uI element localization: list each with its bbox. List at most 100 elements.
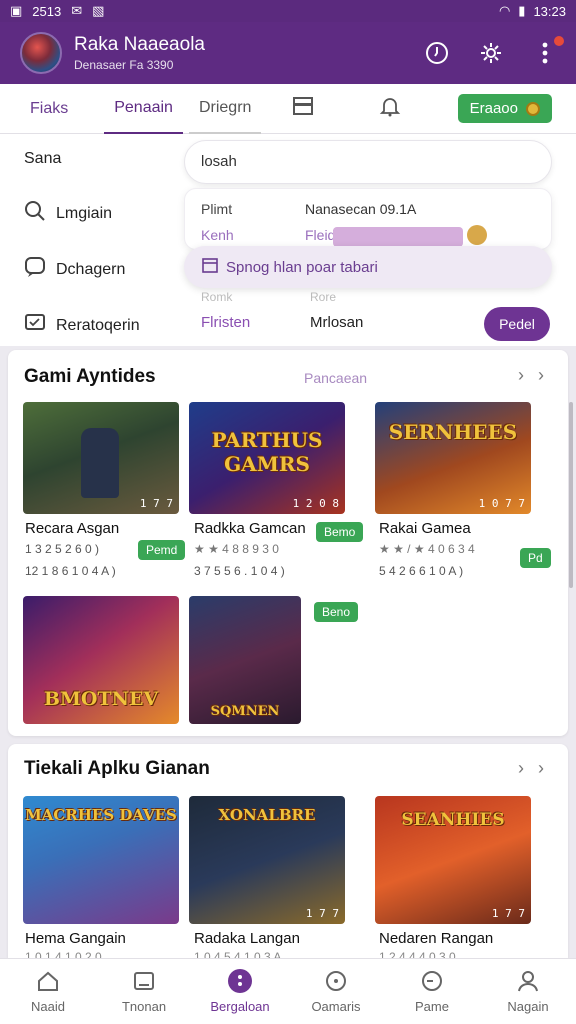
menu-item-label: Reratoqerin bbox=[56, 316, 140, 334]
chevron-right-icon[interactable]: › bbox=[538, 365, 544, 386]
menu-item-reratoqerin[interactable]: Reratoqerin bbox=[24, 312, 140, 339]
suggestion-key: Plimt bbox=[201, 201, 233, 217]
app-subtitle: Denasaer Fa 3390 bbox=[74, 58, 174, 72]
suggestion-list: Plimt Nanasecan 09.1A Kenh Fleid bbox=[184, 188, 552, 250]
suggestion-value[interactable]: Fleid bbox=[305, 227, 335, 243]
window-icon[interactable] bbox=[293, 97, 314, 120]
game-art-title: XONALBRE bbox=[218, 806, 316, 824]
status-time: 13:23 bbox=[533, 3, 566, 19]
person-icon bbox=[515, 969, 541, 993]
notification-icon: ▣ bbox=[10, 3, 23, 18]
nav-label: Pame bbox=[415, 999, 449, 1014]
nav-item-profile[interactable]: Nagain bbox=[480, 959, 576, 1024]
game-thumbnail[interactable]: XONALBRE 1 7 7 bbox=[189, 796, 345, 924]
earn-button-label: Eraaoo bbox=[469, 100, 518, 117]
redacted-bar bbox=[333, 227, 463, 247]
menu-item-dchagern[interactable]: Dchagern bbox=[24, 256, 125, 283]
bottom-nav: Naaid Tnonan Bergaloan Oamaris Pame Naga… bbox=[0, 958, 576, 1024]
game-badge[interactable]: Pd bbox=[520, 548, 551, 568]
clock-icon bbox=[419, 969, 445, 993]
game-thumbnail[interactable]: SEANHIES 1 7 7 bbox=[375, 796, 531, 924]
chat-icon bbox=[24, 256, 46, 283]
game-badge[interactable]: Bemo bbox=[316, 522, 364, 542]
game-art-title: SQMNEN bbox=[210, 704, 280, 719]
game-title: Hema Gangain bbox=[25, 930, 126, 947]
scrollbar[interactable] bbox=[569, 402, 573, 588]
thumbnail-tag: 1 0 7 7 bbox=[478, 497, 525, 510]
game-title: Recara Asgan bbox=[25, 520, 120, 537]
status-bar: ▣ 2513 ✉ ▧ ◠ ▮ 13:23 bbox=[0, 0, 576, 22]
chevron-right-icon[interactable]: › bbox=[538, 758, 544, 779]
tab-driegrn[interactable]: Driegrn bbox=[188, 84, 262, 134]
game-thumbnail[interactable]: 1 7 7 bbox=[23, 402, 179, 514]
game-art-title: SEANHIES bbox=[401, 810, 505, 830]
app-title: Raka Naaeaola bbox=[74, 34, 205, 55]
signal-icon: ▮ bbox=[518, 3, 526, 18]
game-badge[interactable]: Beno bbox=[314, 602, 359, 622]
tab-penaain[interactable]: Penaain bbox=[104, 84, 183, 134]
game-art-title: SERNHEES bbox=[388, 420, 518, 444]
filter-value[interactable]: Mrlosan bbox=[310, 314, 363, 331]
faint-label: Romk bbox=[201, 290, 233, 304]
earn-button[interactable]: Eraaoo bbox=[457, 94, 552, 123]
message-icon bbox=[24, 312, 46, 339]
section-title: Gami Ayntides bbox=[24, 366, 156, 387]
section-apps-card: Tiekali Aplku Gianan › › MACRHES DAVES H… bbox=[8, 744, 568, 964]
tab-fiaks[interactable]: Fiaks bbox=[20, 84, 78, 134]
nav-label: Bergaloan bbox=[210, 999, 270, 1014]
apply-button[interactable]: Pedel bbox=[484, 307, 550, 341]
more-menu-icon[interactable] bbox=[532, 36, 564, 66]
wifi-icon: ◠ bbox=[498, 3, 511, 18]
menu-item-lmgiain[interactable]: Lmgiain bbox=[24, 200, 112, 227]
bell-icon[interactable] bbox=[379, 95, 401, 122]
character-figure bbox=[81, 428, 119, 498]
game-badge[interactable]: Pemd bbox=[138, 540, 186, 560]
suggestion-pill-label: Spnog hlan poar tabari bbox=[226, 258, 378, 276]
game-meta: ★ ★ 4 8 8 9 3 0 bbox=[194, 542, 279, 556]
games-icon bbox=[227, 969, 253, 993]
game-thumbnail[interactable]: BMOTNEV bbox=[23, 596, 179, 724]
nav-item-apps[interactable]: Tnonan bbox=[96, 959, 192, 1024]
game-meta: ★ ★ / ★ 4 0 6 3 4 bbox=[379, 542, 475, 556]
coin-icon bbox=[467, 225, 487, 245]
drawer-heading: Sana bbox=[24, 150, 62, 167]
search-input[interactable]: losah bbox=[184, 140, 552, 184]
thumbnail-tag: 1 7 7 bbox=[305, 907, 339, 920]
avatar[interactable] bbox=[20, 32, 62, 74]
chevron-left-icon[interactable]: › bbox=[518, 365, 524, 386]
menu-item-label: Dchagern bbox=[56, 260, 126, 278]
game-meta: 1 3 2 5 2 6 0 ) bbox=[25, 542, 100, 556]
game-title: Rakai Gamea bbox=[379, 520, 471, 537]
game-art-title: BMOTNEV bbox=[43, 688, 159, 710]
suggestion-pill[interactable]: Spnog hlan poar tabari bbox=[184, 246, 552, 288]
game-title: Nedaren Rangan bbox=[379, 930, 494, 947]
section-link[interactable]: Pancaean bbox=[304, 370, 367, 386]
game-thumbnail[interactable]: PARTHUS GAMRS 1 2 0 8 bbox=[189, 402, 345, 514]
suggestion-key: Kenh bbox=[201, 227, 234, 243]
nav-item-games[interactable]: Bergaloan bbox=[192, 959, 288, 1024]
game-thumbnail[interactable]: SQMNEN bbox=[189, 596, 301, 724]
nav-label: Oamaris bbox=[311, 999, 361, 1014]
compass-icon bbox=[323, 969, 349, 993]
game-art-title: MACRHES DAVES bbox=[25, 806, 177, 824]
game-meta: 5 4 2 6 6 1 0 A ) bbox=[379, 564, 464, 578]
notification-dot bbox=[554, 36, 564, 46]
nav-item-home[interactable]: Naaid bbox=[0, 959, 96, 1024]
gear-icon[interactable] bbox=[478, 40, 504, 66]
game-title: Radaka Langan bbox=[194, 930, 300, 947]
status-left-text: 2513 bbox=[32, 3, 62, 19]
game-thumbnail[interactable]: MACRHES DAVES bbox=[23, 796, 179, 924]
nav-item-oamaris[interactable]: Oamaris bbox=[288, 959, 384, 1024]
game-thumbnail[interactable]: SERNHEES 1 0 7 7 bbox=[375, 402, 531, 514]
thumbnail-tag: 1 7 7 bbox=[139, 497, 173, 510]
game-art-title: PARTHUS GAMRS bbox=[211, 428, 323, 476]
clock-icon[interactable] bbox=[424, 40, 450, 66]
image-icon: ▧ bbox=[92, 3, 105, 18]
search-icon bbox=[24, 200, 46, 227]
thumbnail-tag: 1 7 7 bbox=[491, 907, 525, 920]
calendar-icon bbox=[202, 257, 218, 277]
faint-label: Rore bbox=[310, 290, 337, 304]
suggestion-value[interactable]: Nanasecan 09.1A bbox=[305, 201, 416, 217]
nav-item-pame[interactable]: Pame bbox=[384, 959, 480, 1024]
chevron-left-icon[interactable]: › bbox=[518, 758, 524, 779]
